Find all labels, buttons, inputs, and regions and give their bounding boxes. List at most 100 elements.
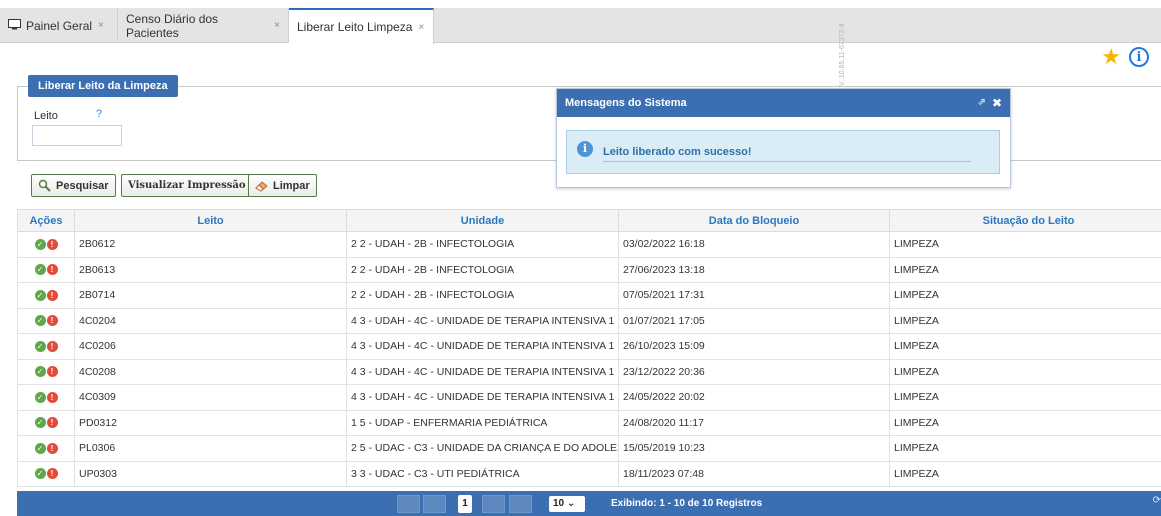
version-label: V. 10.65.11-67372-4 — [839, 23, 846, 86]
cell-unidade: 4 3 - UDAH - 4C - UNIDADE DE TERAPIA INT… — [346, 333, 619, 360]
cell-unidade: 2 2 - UDAH - 2B - INFECTOLOGIA — [346, 231, 619, 258]
help-icon[interactable]: ? — [96, 108, 102, 120]
tab-liberar-leito-limpeza[interactable]: Liberar Leito Limpeza × — [289, 8, 434, 44]
table-row: ✓! 2B0612 2 2 - UDAH - 2B - INFECTOLOGIA… — [17, 231, 1161, 258]
cell-situacao: LIMPEZA — [889, 333, 1161, 360]
cell-leito: 4C0204 — [74, 307, 347, 334]
alert-icon[interactable]: ! — [46, 442, 58, 454]
table-row: ✓! 4C0204 4 3 - UDAH - 4C - UNIDADE DE T… — [17, 307, 1161, 334]
release-check-icon[interactable]: ✓ — [34, 442, 46, 454]
release-check-icon[interactable]: ✓ — [34, 417, 46, 429]
refresh-icon[interactable]: ⟳ — [1153, 495, 1161, 506]
alert-icon[interactable]: ! — [46, 391, 58, 403]
release-check-icon[interactable]: ✓ — [34, 315, 46, 327]
row-actions: ✓! — [17, 435, 75, 462]
close-icon[interactable]: × — [98, 20, 104, 31]
header-unidade[interactable]: Unidade — [346, 209, 619, 232]
alert-icon[interactable]: ! — [46, 417, 58, 429]
search-button[interactable]: Pesquisar — [31, 174, 116, 197]
popout-icon[interactable]: ⇗ — [978, 89, 986, 117]
cell-situacao: LIMPEZA — [889, 460, 1161, 487]
tab-bar: Painel Geral × Censo Diário dos Paciente… — [0, 8, 1161, 44]
star-icon[interactable]: ★ — [1101, 45, 1121, 69]
current-page[interactable]: 1 — [458, 495, 472, 513]
release-check-icon[interactable]: ✓ — [34, 391, 46, 403]
cell-unidade: 3 3 - UDAC - C3 - UTI PEDIÁTRICA — [346, 460, 619, 487]
alert-icon[interactable]: ! — [46, 468, 58, 480]
table-header-row: Ações Leito Unidade Data do Bloqueio Sit… — [17, 209, 1161, 232]
dialog-title-bar: Mensagens do Sistema ⇗ ✖ — [557, 89, 1010, 117]
alert-icon[interactable]: ! — [46, 238, 58, 250]
header-acoes[interactable]: Ações — [17, 209, 75, 232]
row-actions: ✓! — [17, 307, 75, 334]
close-icon[interactable]: ✖ — [992, 89, 1002, 117]
tab-label: Censo Diário dos Pacientes — [126, 11, 219, 40]
cell-leito: 4C0208 — [74, 358, 347, 385]
cell-situacao: LIMPEZA — [889, 358, 1161, 385]
cell-leito: 4C0206 — [74, 333, 347, 360]
info-icon[interactable]: i — [1129, 47, 1149, 67]
cell-data: 23/12/2022 20:36 — [618, 358, 890, 385]
table-row: ✓! UP0303 3 3 - UDAC - C3 - UTI PEDIÁTRI… — [17, 460, 1161, 487]
row-actions: ✓! — [17, 384, 75, 411]
close-icon[interactable]: × — [418, 22, 424, 33]
clear-button[interactable]: Limpar — [248, 174, 317, 197]
release-check-icon[interactable]: ✓ — [34, 264, 46, 276]
release-check-icon[interactable]: ✓ — [34, 468, 46, 480]
cell-leito: PD0312 — [74, 409, 347, 436]
system-messages-dialog: Mensagens do Sistema ⇗ ✖ i Leito liberad… — [556, 88, 1011, 188]
cell-unidade: 4 3 - UDAH - 4C - UNIDADE DE TERAPIA INT… — [346, 384, 619, 411]
alert-icon[interactable]: ! — [46, 264, 58, 276]
release-check-icon[interactable]: ✓ — [34, 366, 46, 378]
header-leito[interactable]: Leito — [74, 209, 347, 232]
cell-unidade: 2 2 - UDAH - 2B - INFECTOLOGIA — [346, 282, 619, 309]
next-page-button[interactable] — [482, 495, 505, 513]
row-actions: ✓! — [17, 282, 75, 309]
leito-label: Leito — [34, 110, 58, 122]
info-message-box: i Leito liberado com sucesso! — [566, 130, 1000, 174]
table-row: ✓! PL0306 2 5 - UDAC - C3 - UNIDADE DA C… — [17, 435, 1161, 462]
cell-data: 01/07/2021 17:05 — [618, 307, 890, 334]
release-check-icon[interactable]: ✓ — [34, 289, 46, 301]
tab-label: Liberar Leito Limpeza — [297, 20, 413, 34]
row-actions: ✓! — [17, 333, 75, 360]
table-row: ✓! 4C0208 4 3 - UDAH - 4C - UNIDADE DE T… — [17, 358, 1161, 385]
panel-legend: Liberar Leito da Limpeza — [28, 75, 178, 97]
alert-icon[interactable]: ! — [46, 289, 58, 301]
header-situacao[interactable]: Situação do Leito — [889, 209, 1161, 232]
cell-data: 15/05/2019 10:23 — [618, 435, 890, 462]
cell-data: 07/05/2021 17:31 — [618, 282, 890, 309]
cell-situacao: LIMPEZA — [889, 307, 1161, 334]
alert-icon[interactable]: ! — [46, 315, 58, 327]
last-page-button[interactable] — [509, 495, 532, 513]
leito-input[interactable] — [32, 125, 122, 146]
first-page-button[interactable] — [397, 495, 420, 513]
cell-data: 27/06/2023 13:18 — [618, 256, 890, 283]
cell-data: 26/10/2023 15:09 — [618, 333, 890, 360]
top-right-toolbar: ★ i — [1101, 45, 1149, 69]
prev-page-button[interactable] — [423, 495, 446, 513]
results-table: Ações Leito Unidade Data do Bloqueio Sit… — [17, 209, 1161, 487]
table-row: ✓! PD0312 1 5 - UDAP - ENFERMARIA PEDIÁT… — [17, 409, 1161, 436]
cell-leito: 2B0612 — [74, 231, 347, 258]
chevron-down-icon: ⌄ — [566, 498, 576, 509]
alert-icon[interactable]: ! — [46, 366, 58, 378]
print-preview-button[interactable]: Visualizar Impressão — [121, 174, 253, 197]
tab-label: Painel Geral — [26, 18, 93, 33]
page-size-value: 10 — [553, 498, 565, 509]
header-data-bloqueio[interactable]: Data do Bloqueio — [618, 209, 890, 232]
page-size-select[interactable]: 10 ⌄ — [549, 496, 585, 512]
release-check-icon[interactable]: ✓ — [34, 340, 46, 352]
row-actions: ✓! — [17, 460, 75, 487]
tab-painel-geral[interactable]: Painel Geral × — [0, 8, 118, 43]
cell-leito: 4C0309 — [74, 384, 347, 411]
cell-unidade: 2 2 - UDAH - 2B - INFECTOLOGIA — [346, 256, 619, 283]
alert-icon[interactable]: ! — [46, 340, 58, 352]
info-message-text: Leito liberado com sucesso! — [603, 146, 971, 162]
tab-censo-diario[interactable]: Censo Diário dos Pacientes × — [118, 8, 289, 43]
cell-unidade: 1 5 - UDAP - ENFERMARIA PEDIÁTRICA — [346, 409, 619, 436]
close-icon[interactable]: × — [274, 20, 280, 31]
eraser-icon — [255, 180, 269, 192]
release-check-icon[interactable]: ✓ — [34, 238, 46, 250]
cell-situacao: LIMPEZA — [889, 256, 1161, 283]
